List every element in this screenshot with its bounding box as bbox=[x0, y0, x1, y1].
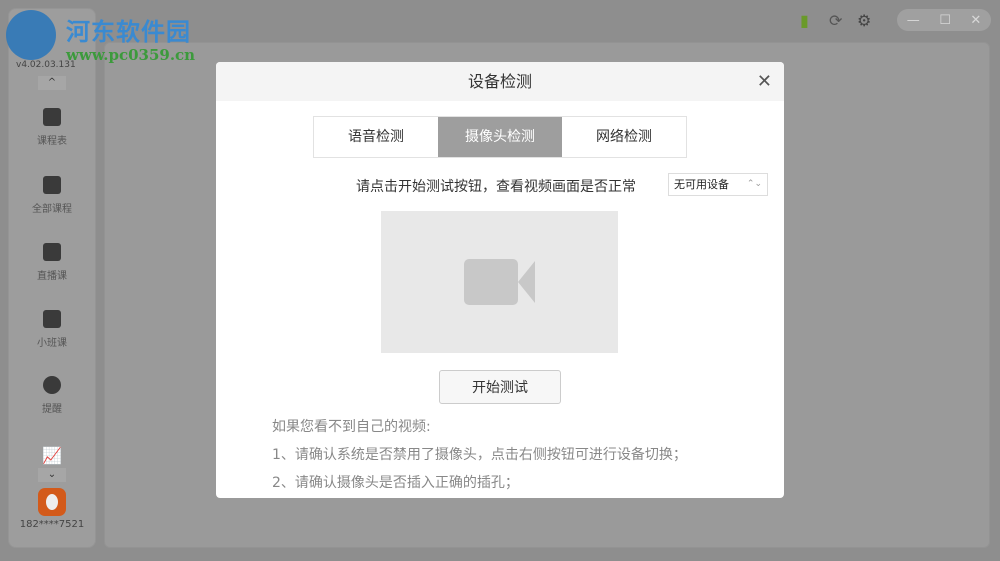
sidebar-item-small-class[interactable]: 小班课 bbox=[8, 310, 96, 349]
chevron-updown-icon: ⌃⌄ bbox=[746, 179, 762, 189]
trend-chart-icon[interactable]: 📈 bbox=[8, 446, 96, 465]
scroll-down-button[interactable]: ⌄ bbox=[38, 468, 66, 482]
tab-camera[interactable]: 摄像头检测 bbox=[438, 117, 562, 157]
user-phone: 182****7521 bbox=[19, 519, 85, 530]
window-controls: — ☐ ✕ bbox=[897, 9, 991, 31]
minimize-button[interactable]: — bbox=[907, 13, 920, 28]
device-check-dialog: 设备检测 ✕ 语音检测 摄像头检测 网络检测 请点击开始测试按钮，查看视频画面是… bbox=[216, 62, 784, 498]
watermark-logo bbox=[6, 10, 56, 60]
device-select[interactable]: 无可用设备 ⌃⌄ bbox=[668, 173, 768, 196]
close-icon[interactable]: ✕ bbox=[757, 62, 772, 101]
sidebar-item-live[interactable]: 直播课 bbox=[8, 243, 96, 282]
tab-bar: 语音检测 摄像头检测 网络检测 bbox=[313, 116, 687, 158]
tip-item: 2、请确认摄像头是否插入正确的插孔； bbox=[272, 475, 519, 491]
start-test-button[interactable]: 开始测试 bbox=[439, 370, 561, 404]
refresh-icon[interactable]: ⟳ bbox=[829, 11, 842, 30]
dialog-title: 设备检测 bbox=[467, 72, 532, 91]
chat-bubble-icon bbox=[43, 376, 61, 394]
books-icon bbox=[43, 176, 61, 194]
tv-play-icon bbox=[43, 243, 61, 261]
signal-icon: ▮ bbox=[800, 11, 809, 30]
sidebar-item-schedule[interactable]: 课程表 bbox=[8, 108, 96, 147]
tab-network[interactable]: 网络检测 bbox=[562, 117, 686, 157]
dialog-header: 设备检测 ✕ bbox=[216, 62, 784, 101]
device-select-value: 无可用设备 bbox=[674, 178, 729, 191]
video-preview bbox=[381, 211, 618, 353]
calendar-check-icon bbox=[43, 108, 61, 126]
tip-item: 1、请确认系统是否禁用了摄像头，点击右侧按钮可进行设备切换； bbox=[272, 447, 687, 463]
tip-heading: 如果您看不到自己的视频: bbox=[272, 419, 431, 435]
app-version: v4.02.03.131 bbox=[16, 60, 76, 70]
sidebar-item-label: 课程表 bbox=[37, 136, 67, 147]
sidebar-item-label: 全部课程 bbox=[32, 204, 72, 215]
class-icon bbox=[43, 310, 61, 328]
instruction-text: 请点击开始测试按钮，查看视频画面是否正常 bbox=[356, 179, 636, 195]
sidebar-item-label: 直播课 bbox=[37, 271, 67, 282]
avatar[interactable] bbox=[38, 488, 66, 516]
video-camera-icon bbox=[464, 259, 535, 305]
tab-audio[interactable]: 语音检测 bbox=[314, 117, 438, 157]
sidebar-item-reminder[interactable]: 提醒 bbox=[8, 376, 96, 415]
watermark-title: 河东软件园 bbox=[66, 18, 191, 46]
maximize-button[interactable]: ☐ bbox=[939, 13, 951, 28]
gear-icon[interactable]: ⚙ bbox=[857, 11, 871, 30]
sidebar-item-all-courses[interactable]: 全部课程 bbox=[8, 176, 96, 215]
close-window-button[interactable]: ✕ bbox=[970, 13, 981, 28]
watermark-url: www.pc0359.cn bbox=[66, 46, 196, 64]
sidebar-item-label: 提醒 bbox=[42, 404, 62, 415]
scroll-up-button[interactable]: ^ bbox=[38, 76, 66, 90]
sidebar-item-label: 小班课 bbox=[37, 338, 67, 349]
